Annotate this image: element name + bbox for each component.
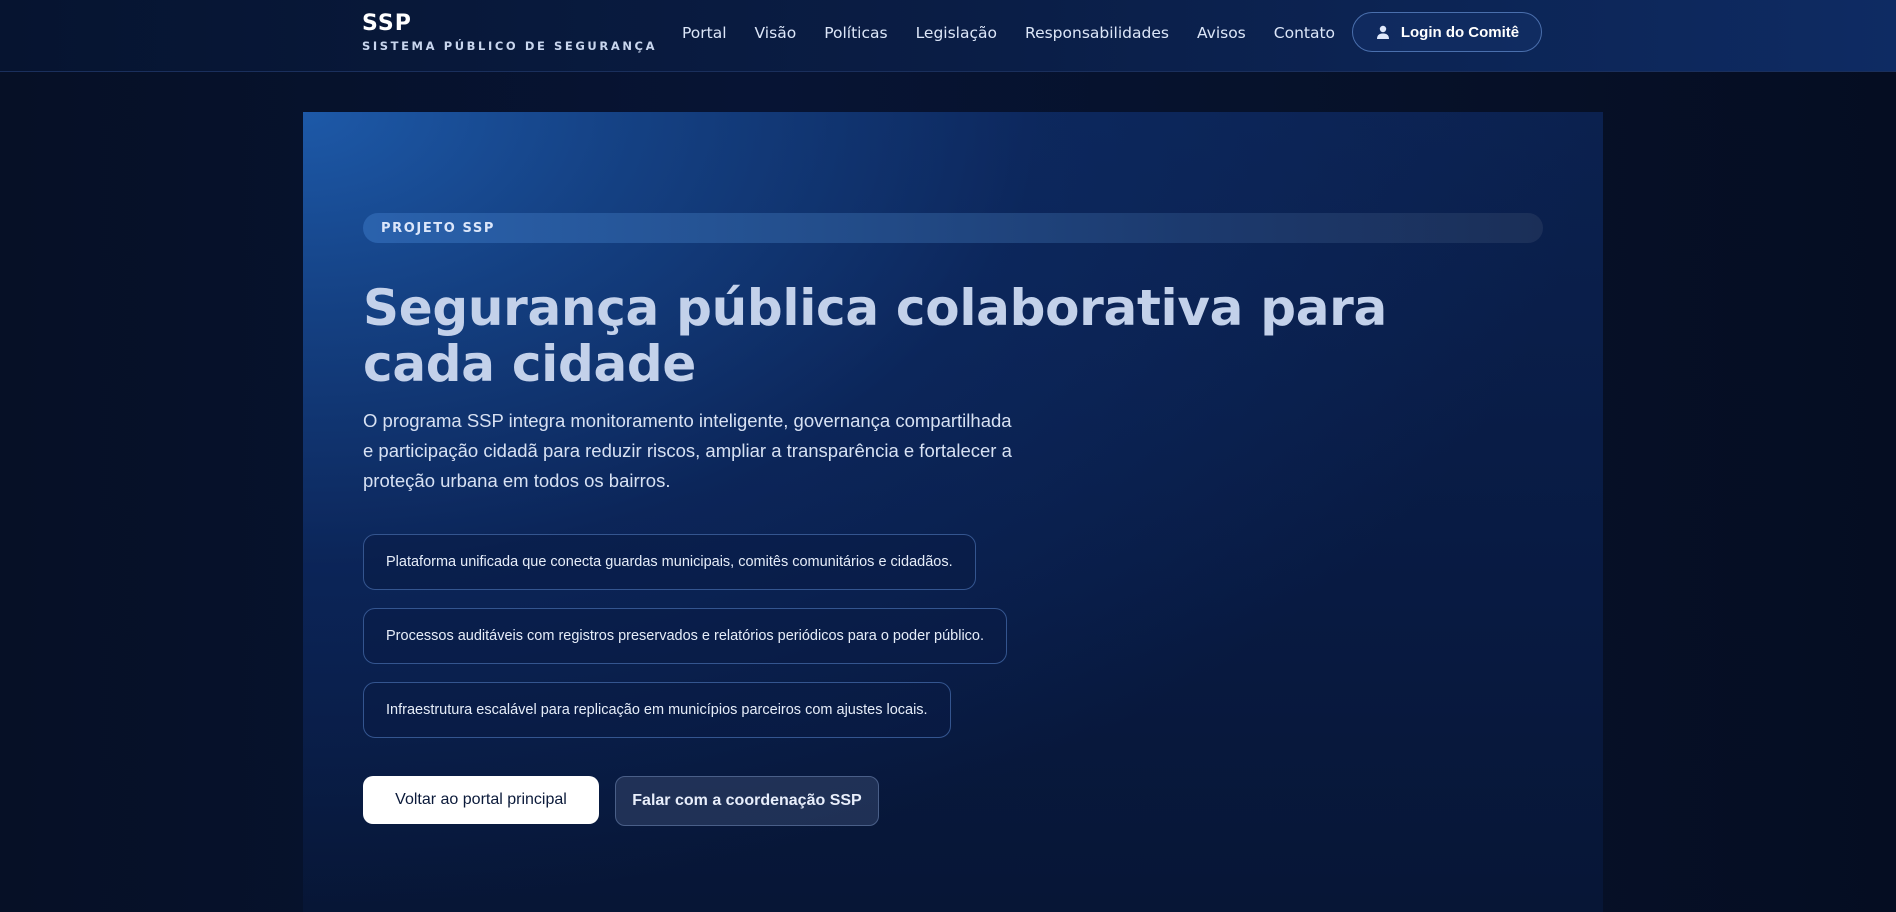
feature-card: Infraestrutura escalável para replicação…	[363, 682, 951, 738]
hero-description: O programa SSP integra monitoramento int…	[363, 410, 1012, 491]
nav-item-visao[interactable]: Visão	[755, 22, 797, 44]
site-header: SSP SISTEMA PÚBLICO DE SEGURANÇA Portal …	[0, 0, 1896, 72]
feature-card: Processos auditáveis com registros prese…	[363, 608, 1008, 664]
login-label: Login do Comitê	[1400, 23, 1520, 41]
nav-item-legislacao[interactable]: Legislação	[916, 22, 997, 44]
brand-logo[interactable]: SSP SISTEMA PÚBLICO DE SEGURANÇA	[362, 11, 658, 54]
hero-panel: PROJETO SSP Segurança pública colaborati…	[303, 112, 1603, 912]
eyebrow-pill: PROJETO SSP	[363, 213, 1543, 243]
page: SSP SISTEMA PÚBLICO DE SEGURANÇA Portal …	[0, 0, 1896, 912]
back-to-portal-button[interactable]: Voltar ao portal principal	[363, 776, 599, 824]
brand-title: SSP	[362, 11, 412, 36]
user-icon	[1375, 24, 1391, 40]
nav-item-responsabilidades[interactable]: Responsabilidades	[1025, 22, 1169, 44]
main-nav: Portal Visão Políticas Legislação Respon…	[682, 22, 1363, 44]
contact-coordination-button[interactable]: Falar com a coordenação SSP	[615, 776, 879, 826]
nav-item-avisos[interactable]: Avisos	[1197, 22, 1246, 44]
eyebrow-text: PROJETO SSP	[381, 220, 496, 236]
nav-item-portal[interactable]: Portal	[682, 22, 727, 44]
brand-subtitle: SISTEMA PÚBLICO DE SEGURANÇA	[362, 39, 658, 53]
nav-item-politicas[interactable]: Políticas	[824, 22, 887, 44]
feature-card: Plataforma unificada que conecta guardas…	[363, 534, 976, 590]
nav-item-contato[interactable]: Contato	[1274, 22, 1335, 44]
login-button[interactable]: Login do Comitê	[1352, 12, 1542, 52]
page-title: Segurança pública colaborativa para cada…	[363, 279, 1387, 393]
